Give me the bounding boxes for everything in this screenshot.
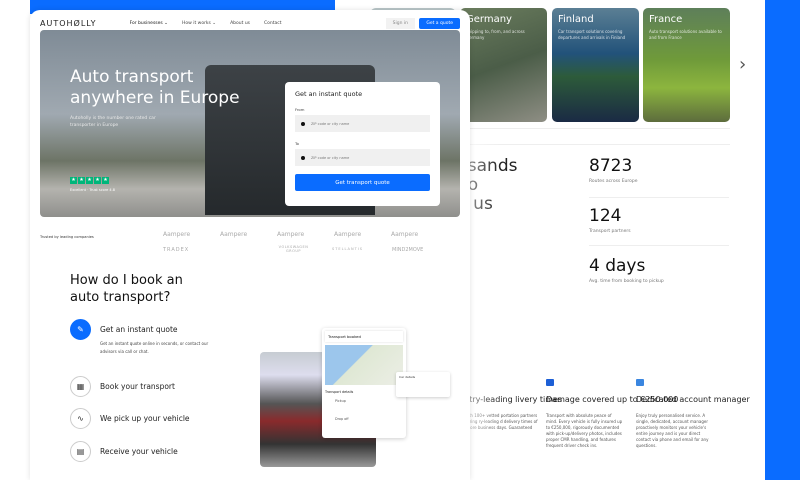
step-receive: ▤ Receive your vehicle	[70, 441, 178, 462]
chevron-right-icon[interactable]: ›	[739, 54, 746, 75]
card-desc: Shipping to, from, and across Germany	[466, 29, 525, 40]
sign-in-button[interactable]: Sign in	[385, 17, 415, 29]
hero-title: Auto transport anywhere in Europe	[70, 67, 240, 108]
card-desc: Auto transport solutions available to an…	[649, 29, 722, 40]
car-details-card: Car details	[396, 372, 450, 397]
stat-days: 4 days Avg. time from booking to pickup	[589, 256, 664, 284]
destination-card-france[interactable]: France Auto transport solutions available…	[643, 8, 730, 122]
brand-logo: STELLANTIS	[332, 247, 363, 251]
quote-title: Get an instant quote	[295, 90, 363, 98]
brand-logo: TRADEX	[163, 247, 190, 253]
details-label: Transport details	[325, 390, 354, 394]
from-input[interactable]: ZIP code or city name	[295, 115, 430, 132]
step-book: ▦ Book your transport	[70, 376, 175, 397]
quote-form: Get an instant quote From ZIP code or ci…	[285, 82, 440, 206]
divider	[589, 245, 729, 246]
hero-image: Auto transport anywhere in Europe Autoho…	[40, 30, 460, 217]
blue-background-strip	[765, 0, 800, 480]
brand-logo: MIND2MOVE	[392, 247, 424, 253]
brand-logo: VOLKSWAGEN GROUP	[278, 245, 309, 253]
route-map	[325, 345, 403, 385]
shield-icon	[546, 379, 554, 386]
front-page-screenshot: AUTOHØLLY For businesses ⌄ How it works …	[30, 10, 470, 480]
trustpilot-stars: ★ ★ ★ ★ ★	[70, 177, 109, 184]
nav-how-it-works[interactable]: How it works ⌄	[182, 21, 216, 26]
get-transport-quote-button[interactable]: Get transport quote	[295, 174, 430, 191]
from-label: From	[295, 107, 305, 112]
logo[interactable]: AUTOHØLLY	[40, 19, 97, 28]
step-pickup: ∿ We pick up your vehicle	[70, 408, 190, 429]
location-pin-icon	[301, 155, 305, 160]
destination-card-germany[interactable]: Germany Shipping to, from, and across Ger…	[460, 8, 547, 122]
nav-for-businesses[interactable]: For businesses ⌄	[130, 21, 168, 26]
transport-booked-card: Transport booked Transport details Picku…	[322, 328, 406, 438]
route-icon: ∿	[70, 408, 91, 429]
stat-partners: 124 Transport partners	[589, 206, 631, 234]
feature-account-manager: Dedicated account manager Enjoy truly per…	[636, 379, 750, 449]
quote-icon: ✎	[70, 319, 91, 340]
trust-score: Excellent · Trust score 4.8	[70, 188, 115, 192]
top-nav: AUTOHØLLY For businesses ⌄ How it works …	[40, 16, 460, 30]
get-quote-button[interactable]: Get a quote	[419, 17, 460, 29]
card-title: France	[649, 14, 683, 25]
card-title: Germany	[466, 14, 512, 25]
booked-header: Transport booked	[325, 331, 403, 342]
brand-logo: Aampere	[391, 231, 419, 238]
to-label: To	[295, 141, 299, 146]
brand-logo: Aampere	[163, 231, 191, 238]
document-icon: ▤	[70, 441, 91, 462]
nav-contact[interactable]: Contact	[264, 21, 282, 26]
pickup-label: Pickup	[335, 399, 346, 403]
trusted-label: Trusted by leading companies	[40, 235, 94, 239]
hero-subtitle: Autoholly is the number one rated car tr…	[70, 116, 156, 128]
destination-card-finland[interactable]: Finland Car transport solutions covering …	[552, 8, 639, 122]
card-title: Finland	[558, 14, 594, 25]
step-description: Get an instant quote online in seconds, …	[100, 341, 209, 354]
brand-logo: Aampere	[334, 231, 362, 238]
divider	[460, 128, 730, 129]
brand-logo: Aampere	[277, 231, 305, 238]
card-desc: Car transport solutions covering departu…	[558, 29, 626, 40]
divider	[589, 197, 729, 198]
nav-about-us[interactable]: About us	[230, 21, 250, 26]
to-input[interactable]: ZIP code or city name	[295, 149, 430, 166]
calendar-icon: ▦	[70, 376, 91, 397]
brand-logo: Aampere	[220, 231, 248, 238]
user-icon	[636, 379, 644, 386]
how-title: How do I book an auto transport?	[70, 273, 183, 305]
stat-routes: 8723 Routes across Europe	[589, 156, 638, 184]
dropoff-label: Drop off	[335, 417, 349, 421]
location-pin-icon	[301, 121, 305, 126]
step-instant-quote: ✎ Get an instant quote	[70, 319, 178, 340]
